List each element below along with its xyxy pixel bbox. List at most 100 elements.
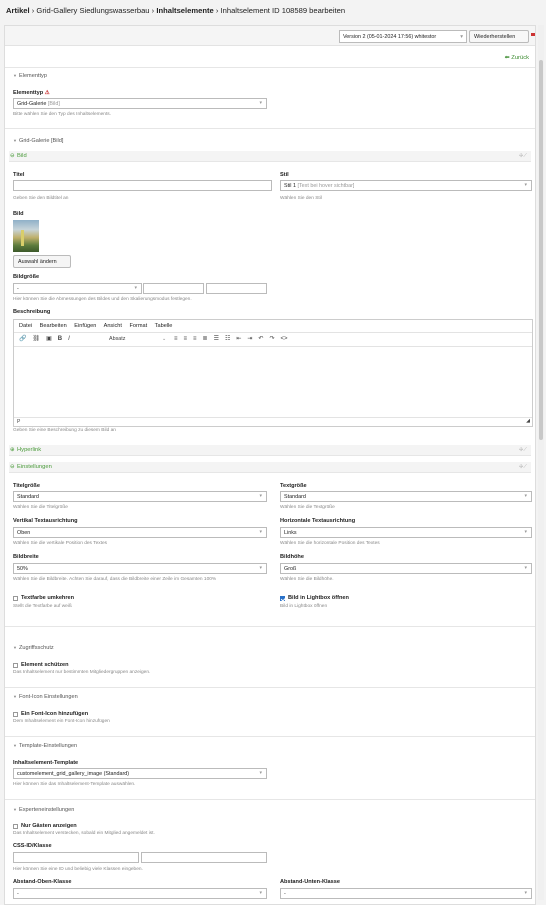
textgroesse-select[interactable]: Standard ▾ <box>280 491 532 502</box>
triangle-down-icon: ▼ <box>13 73 17 78</box>
divider <box>5 128 535 129</box>
move-icon[interactable]: ✢⟋ <box>519 464 527 471</box>
bold-icon[interactable]: B <box>58 336 62 342</box>
version-select[interactable]: Version 2 (05-01-2024 17:56) whitestor ▾ <box>339 30 467 43</box>
lightbox-label[interactable]: Bild in Lightbox öffnen <box>288 595 349 601</box>
image-thumbnail[interactable] <box>13 220 39 252</box>
version-bar: Version 2 (05-01-2024 17:56) whitestor ▾ … <box>5 26 535 46</box>
chevron-down-icon: ▾ <box>524 529 527 535</box>
chevron-down-icon: ▾ <box>259 565 262 571</box>
horizontal-select[interactable]: Links ▾ <box>280 527 532 538</box>
bildgroesse-width-input[interactable] <box>143 283 204 294</box>
link-icon[interactable]: 🔗 <box>19 336 26 342</box>
move-icon[interactable]: ✢⟋ <box>519 447 527 454</box>
warning-icon: ⚠ <box>44 90 50 96</box>
menu-format[interactable]: Format <box>130 323 148 329</box>
menu-datei[interactable]: Datei <box>19 323 32 329</box>
unlink-icon[interactable]: ⛓ <box>32 336 40 342</box>
bildgroesse-height-input[interactable] <box>206 283 267 294</box>
breadcrumb-article[interactable]: Grid-Gallery Siedlungswasserbau <box>36 6 149 15</box>
abstand-oben-select[interactable]: - ▾ <box>13 888 267 899</box>
template-label: Inhaltselement-Template <box>13 760 79 766</box>
minus-circle-icon: ⊖ <box>10 153 15 159</box>
section-font-icon[interactable]: ▼ Font-Icon Einstellungen <box>13 694 78 700</box>
css-class-input[interactable] <box>141 852 267 863</box>
numbered-list-icon[interactable]: ☷ <box>225 336 230 342</box>
change-selection-button[interactable]: Auswahl ändern <box>13 255 71 268</box>
scrollbar-thumb[interactable] <box>539 60 543 440</box>
section-template[interactable]: ▼ Template-Einstellungen <box>13 743 77 749</box>
vertikal-select[interactable]: Oben ▾ <box>13 527 267 538</box>
editor-toolbar: 🔗 ⛓ ▣ B I Absatz ⌄ ≡ ≡ ≡ ≣ ☰ ☷ ⇤ ⇥ ↶ ↷ <> <box>14 333 532 347</box>
code-icon[interactable]: <> <box>280 336 287 342</box>
align-center-icon[interactable]: ≡ <box>184 336 188 342</box>
section-experten[interactable]: ▼ Experteneinstellungen <box>13 807 74 813</box>
lightbox-checkbox[interactable] <box>280 596 285 601</box>
italic-icon[interactable]: I <box>68 336 70 342</box>
section-zugriffsschutz[interactable]: ▼ Zugriffsschutz <box>13 645 54 651</box>
titel-input[interactable] <box>13 180 272 191</box>
align-left-icon[interactable]: ≡ <box>174 336 178 342</box>
breadcrumb-articles[interactable]: Artikel <box>6 6 30 15</box>
chevron-down-icon: ▾ <box>259 100 262 106</box>
stil-hint: Wählen Sie den Stil <box>280 196 322 201</box>
bullet-list-icon[interactable]: ☰ <box>214 336 219 342</box>
abstand-unten-select[interactable]: - ▾ <box>280 888 532 899</box>
bildgroesse-mode-select[interactable]: - ▾ <box>13 283 142 294</box>
css-label: CSS-ID/Klasse <box>13 843 52 849</box>
panel-bild[interactable]: ⊖ Bild ✢⟋ <box>9 151 531 162</box>
redo-icon[interactable]: ↷ <box>269 336 274 342</box>
titelgroesse-select[interactable]: Standard ▾ <box>13 491 267 502</box>
section-elementtyp[interactable]: ▼ Elementtyp <box>13 73 47 79</box>
section-grid-galerie[interactable]: ▼ Grid-Galerie [Bild] <box>13 138 63 144</box>
align-justify-icon[interactable]: ≣ <box>203 336 208 342</box>
bildbreite-select[interactable]: 50% ▾ <box>13 563 267 574</box>
minus-icon[interactable] <box>531 33 535 36</box>
titel-label: Titel <box>13 172 25 178</box>
textfarbe-label[interactable]: Textfarbe umkehren <box>21 595 74 601</box>
chevron-down-icon: ▾ <box>524 890 527 896</box>
element-schuetzen-label[interactable]: Element schützen <box>21 662 69 668</box>
menu-bearbeiten[interactable]: Bearbeiten <box>40 323 67 329</box>
panel-hyperlink[interactable]: ⊕ Hyperlink ✢⟋ <box>9 445 531 456</box>
textfarbe-checkbox[interactable] <box>13 596 18 601</box>
horizontal-hint: Wählen Sie die horizontale Position des … <box>280 541 380 546</box>
vertikal-hint: Wählen Sie die vertikale Position des Te… <box>13 541 108 546</box>
beschreibung-hint: Geben Sie eine Beschreibung zu diesem Bi… <box>13 428 116 433</box>
gaeste-checkbox[interactable] <box>13 824 18 829</box>
chevron-down-icon: ▾ <box>460 34 463 40</box>
font-icon-label[interactable]: Ein Font-Icon hinzufügen <box>21 711 88 717</box>
undo-icon[interactable]: ↶ <box>258 336 263 342</box>
edit-form: Version 2 (05-01-2024 17:56) whitestor ▾ … <box>4 25 536 905</box>
divider <box>5 626 535 627</box>
panel-einstellungen[interactable]: ⊖ Einstellungen ✢⟋ <box>9 462 531 473</box>
menu-tabelle[interactable]: Tabelle <box>155 323 173 329</box>
back-link[interactable]: ⬅ Zurück <box>505 54 529 61</box>
css-id-input[interactable] <box>13 852 139 863</box>
bildhoehe-select[interactable]: Groß ▾ <box>280 563 532 574</box>
format-select[interactable]: Absatz <box>109 336 125 342</box>
image-icon[interactable]: ▣ <box>46 336 52 342</box>
titelgroesse-label: Titelgröße <box>13 483 40 489</box>
font-icon-checkbox[interactable] <box>13 712 18 717</box>
menu-einfuegen[interactable]: Einfügen <box>74 323 96 329</box>
indent-icon[interactable]: ⇥ <box>247 336 252 342</box>
rich-text-editor[interactable]: Datei Bearbeiten Einfügen Ansicht Format… <box>13 319 533 427</box>
template-select[interactable]: customelement_grid_gallery_image (Standa… <box>13 768 267 779</box>
gaeste-label[interactable]: Nur Gästen anzeigen <box>21 823 77 829</box>
align-right-icon[interactable]: ≡ <box>193 336 197 342</box>
abstand-oben-label: Abstand-Oben-Klasse <box>13 879 72 885</box>
bildgroesse-hint: Hier können Sie die Abmessungen des Bild… <box>13 297 192 302</box>
elementtyp-select[interactable]: Grid-Galerie [Bild] ▾ <box>13 98 267 109</box>
textgroesse-hint: Wählen Sie die Textgröße <box>280 505 335 510</box>
breadcrumb-current: Inhaltselement ID 108589 bearbeiten <box>220 6 346 15</box>
restore-button[interactable]: Wiederherstellen <box>469 30 529 43</box>
stil-select[interactable]: Stil 1 [Text bei hover sichtbar] ▾ <box>280 180 532 191</box>
menu-ansicht[interactable]: Ansicht <box>104 323 122 329</box>
element-schuetzen-checkbox[interactable] <box>13 663 18 668</box>
move-icon[interactable]: ✢⟋ <box>519 153 527 160</box>
breadcrumb-content-elements[interactable]: Inhaltselemente <box>156 6 213 15</box>
outdent-icon[interactable]: ⇤ <box>236 336 241 342</box>
elementtyp-hint: Bitte wählen Sie den Typ des Inhaltselem… <box>13 112 112 117</box>
resize-handle-icon[interactable]: ◢ <box>526 418 530 424</box>
